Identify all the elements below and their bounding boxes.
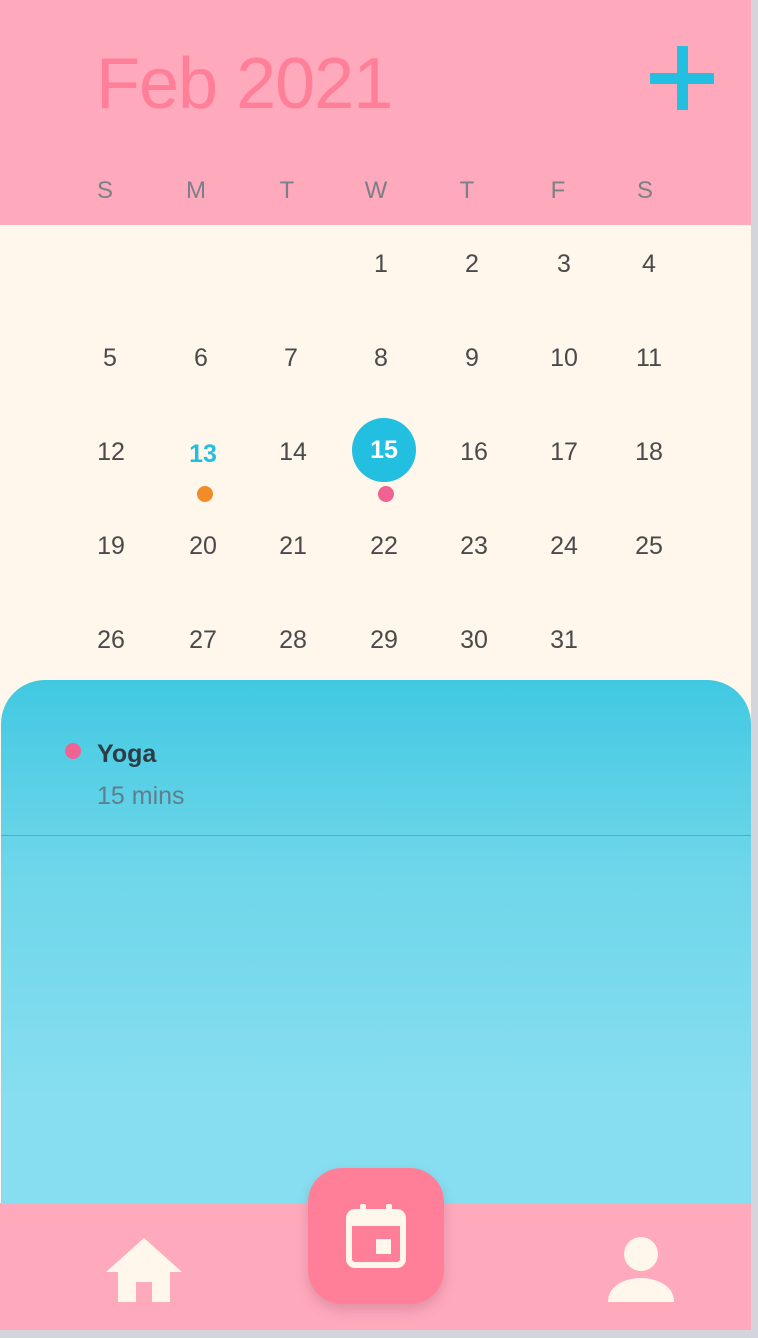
day-cell[interactable]: 24 (534, 530, 594, 562)
home-icon (106, 1238, 182, 1302)
day-cell[interactable]: 17 (534, 436, 594, 468)
day-cell[interactable]: 1 (351, 248, 411, 280)
day-cell[interactable]: 16 (444, 436, 504, 468)
weekday-label: M (186, 177, 206, 204)
weekday-label: S (96, 177, 113, 204)
event-title: Yoga (97, 740, 157, 768)
month-title: Feb 2021 (96, 44, 393, 124)
day-cell[interactable]: 31 (534, 624, 594, 656)
day-cell[interactable]: 25 (619, 530, 679, 562)
day-cell[interactable]: 10 (534, 342, 594, 374)
day-cell[interactable]: 18 (619, 436, 679, 468)
weekday-label: F (550, 177, 566, 204)
add-event-button[interactable] (648, 44, 716, 112)
day-cell[interactable]: 28 (263, 624, 323, 656)
weekday-label: T (279, 177, 295, 204)
calendar-header: Feb 2021 S M T W T F S (0, 0, 751, 225)
nav-profile-button[interactable] (604, 1234, 678, 1308)
day-cell[interactable]: 7 (261, 342, 321, 374)
divider (1, 835, 751, 836)
day-cell[interactable]: 30 (444, 624, 504, 656)
weekday-label: W (364, 177, 388, 204)
calendar-nav-button[interactable] (308, 1168, 444, 1304)
event-marker-dot (197, 486, 213, 502)
day-cell-today[interactable]: 13 (173, 438, 233, 470)
event-duration: 15 mins (97, 782, 185, 810)
day-cell[interactable]: 3 (534, 248, 594, 280)
day-cell[interactable]: 12 (81, 436, 141, 468)
day-cell[interactable]: 4 (619, 248, 679, 280)
day-cell[interactable]: 26 (81, 624, 141, 656)
calendar-icon (346, 1204, 406, 1268)
event-marker-dot (378, 486, 394, 502)
day-cell[interactable]: 27 (173, 624, 233, 656)
nav-home-button[interactable] (104, 1236, 184, 1306)
weekday-label: T (459, 177, 475, 204)
day-cell[interactable]: 8 (351, 342, 411, 374)
day-cell[interactable]: 21 (263, 530, 323, 562)
day-cell[interactable]: 19 (81, 530, 141, 562)
calendar-app: Feb 2021 S M T W T F S 1 2 3 4 5 6 7 8 9… (0, 0, 751, 1330)
day-cell[interactable]: 29 (354, 624, 414, 656)
day-cell-selected[interactable]: 15 (352, 418, 416, 482)
day-cell[interactable]: 11 (619, 342, 679, 374)
day-cell[interactable]: 6 (171, 342, 231, 374)
day-cell[interactable]: 2 (442, 248, 502, 280)
person-icon (608, 1237, 674, 1302)
day-cell[interactable]: 20 (173, 530, 233, 562)
day-cell[interactable]: 22 (354, 530, 414, 562)
day-cell[interactable]: 14 (263, 436, 323, 468)
day-cell[interactable]: 23 (444, 530, 504, 562)
weekday-label: S (636, 177, 653, 204)
day-cell[interactable]: 5 (80, 342, 140, 374)
day-cell[interactable]: 9 (442, 342, 502, 374)
event-color-dot (65, 743, 81, 759)
